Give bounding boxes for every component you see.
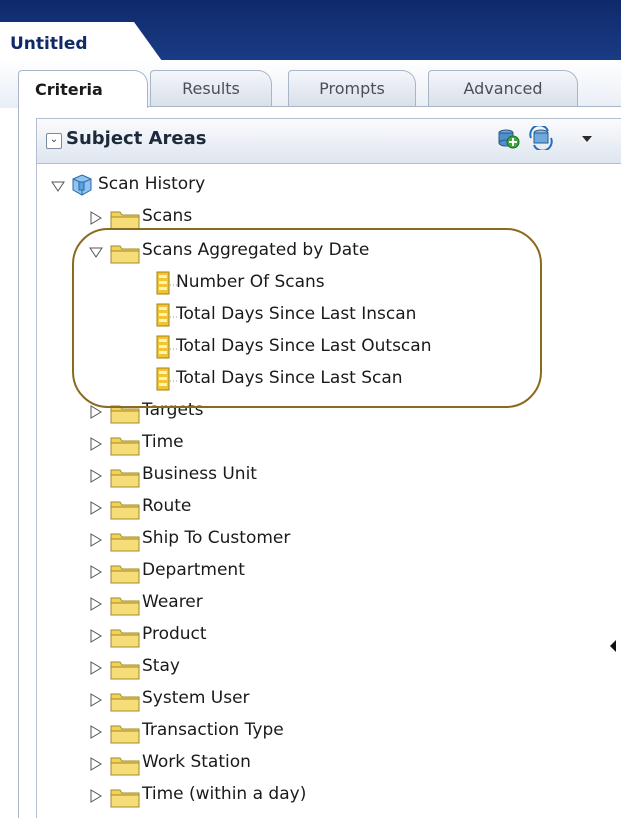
tree-folder-label: Targets [142,400,204,420]
collapsed-triangle-icon[interactable] [88,692,104,708]
measure-column-icon [156,271,178,300]
folder-icon [110,208,140,235]
tree-folder-label: Work Station [142,752,251,772]
collapsed-triangle-icon[interactable] [88,628,104,644]
tab-prompts-label: Prompts [319,79,385,98]
dropdown-arrow-icon[interactable] [582,136,592,142]
tree-column-label: Total Days Since Last Inscan [176,304,417,324]
tree-folder-label: Ship To Customer [142,528,291,548]
collapse-panel-button[interactable]: ⌄ [46,133,62,149]
collapsed-triangle-icon[interactable] [88,500,104,516]
tree-folder-label: Wearer [142,592,203,612]
refresh-icon[interactable] [528,124,554,154]
folder-icon [110,658,140,685]
folder-icon [110,754,140,781]
folder-icon [110,562,140,589]
collapsed-triangle-icon[interactable] [88,468,104,484]
folder-icon [110,498,140,525]
tab-prompts[interactable]: Prompts [288,70,416,106]
tab-criteria[interactable]: Criteria [18,70,148,108]
tree-folder-label: Department [142,560,245,580]
tree-folder-label: Scans [142,206,193,226]
panel-title: Subject Areas [66,128,207,149]
tree-folder-label: Stay [142,656,180,676]
tab-results[interactable]: Results [150,70,272,106]
tree-root-label: Scan History [98,174,206,194]
measure-column-icon [156,303,178,332]
tree-folder-label: Transaction Type [142,720,284,740]
folder-icon [110,594,140,621]
folder-icon [110,626,140,653]
tree-column-label: Total Days Since Last Scan [176,368,403,388]
collapsed-triangle-icon[interactable] [88,596,104,612]
folder-icon [110,434,140,461]
document-tab-title: Untitled [10,34,88,54]
tree-folder-label: System User [142,688,250,708]
measure-column-icon [156,367,178,396]
tab-advanced[interactable]: Advanced [428,70,578,106]
folder-icon [110,690,140,717]
folder-icon [110,402,140,429]
collapsed-triangle-icon[interactable] [88,532,104,548]
folder-icon [110,466,140,493]
tab-advanced-label: Advanced [463,79,543,98]
collapsed-triangle-icon[interactable] [88,436,104,452]
tree-folder-label: Business Unit [142,464,257,484]
add-subject-area-icon[interactable] [496,126,520,154]
splitter-handle-icon[interactable] [610,640,616,652]
collapsed-triangle-icon[interactable] [88,404,104,420]
measure-column-icon [156,335,178,364]
tree-folder-label: Scans Aggregated by Date [142,240,370,260]
tree-folder-label: Time (within a day) [142,784,307,804]
folder-icon [110,242,140,269]
folder-icon [110,722,140,749]
tree-column-label: Number Of Scans [176,272,325,292]
collapsed-triangle-icon[interactable] [88,724,104,740]
tab-criteria-label: Criteria [35,80,103,99]
collapsed-triangle-icon[interactable] [88,756,104,772]
cube-icon [70,173,94,202]
tree-folder-label: Product [142,624,207,644]
folder-icon [110,786,140,813]
collapsed-triangle-icon[interactable] [88,564,104,580]
collapsed-triangle-icon[interactable] [88,788,104,804]
tab-results-label: Results [182,79,240,98]
tree-column-label: Total Days Since Last Outscan [176,336,432,356]
expanded-triangle-icon[interactable] [88,244,104,260]
collapsed-triangle-icon[interactable] [88,660,104,676]
tree-folder-label: Time [142,432,184,452]
expanded-triangle-icon[interactable] [50,178,66,194]
folder-icon [110,530,140,557]
collapsed-triangle-icon[interactable] [88,210,104,226]
tree-folder-label: Route [142,496,192,516]
